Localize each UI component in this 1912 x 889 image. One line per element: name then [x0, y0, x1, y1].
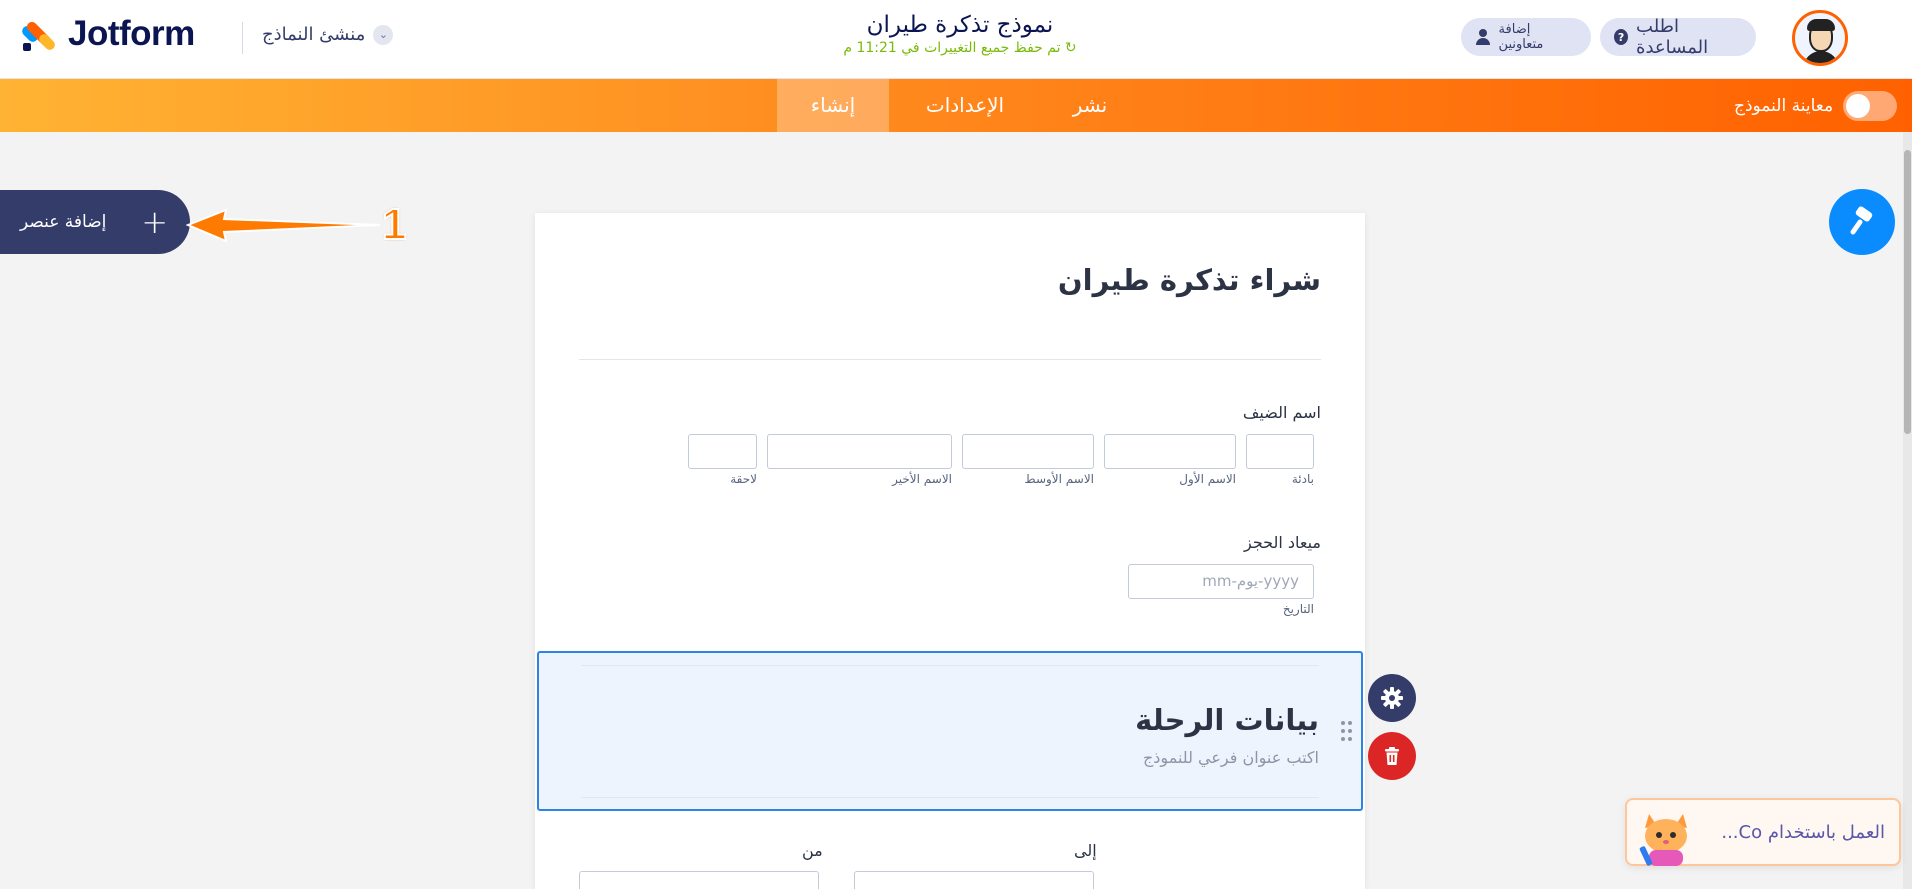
form-preview-toggle[interactable]: معاينة النموذج	[1734, 79, 1898, 132]
tab-settings[interactable]: الإعدادات	[905, 79, 1025, 132]
preview-switch[interactable]	[1843, 90, 1898, 121]
question-icon: ?	[1614, 29, 1629, 45]
name-middle-input[interactable]	[962, 434, 1094, 469]
section-title[interactable]: بيانات الرحلة	[1135, 703, 1319, 737]
middle-name-sublabel: الاسم الأوسط	[1024, 472, 1094, 486]
get-help-label: اطلب المساعدة	[1636, 16, 1709, 58]
tab-publish[interactable]: نشر	[1050, 79, 1130, 132]
trash-icon	[1385, 747, 1399, 765]
builder-menu-dropdown[interactable]: منشئ النماذج ⌄	[262, 24, 394, 45]
scrollbar-thumb[interactable]	[1904, 150, 1911, 434]
tab-build[interactable]: إنشاء	[777, 79, 889, 132]
drag-handle-icon[interactable]	[1341, 721, 1355, 743]
preview-label: معاينة النموذج	[1734, 95, 1834, 116]
guest-name-label[interactable]: اسم الضيف	[1243, 403, 1321, 422]
form-title-block: نموذج تذكرة طيران تم حفظ جميع التغييرات …	[760, 12, 1160, 56]
get-help-button[interactable]: ? اطلب المساعدة	[1600, 16, 1756, 58]
name-prefix-input[interactable]	[1246, 434, 1314, 469]
logo-text: Jotform	[68, 14, 195, 53]
ai-assistant-widget[interactable]: العمل باستخدام Co...	[1625, 798, 1901, 866]
builder-nav-bar: معاينة النموذج نشر الإعدادات إنشاء	[0, 79, 1912, 132]
form-heading[interactable]: شراء تذكرة طيران	[1058, 263, 1321, 297]
prefix-sublabel: بادئة	[1291, 472, 1314, 486]
top-header: Jotform منشئ النماذج ⌄ نموذج تذكرة طيران…	[0, 0, 1912, 79]
add-element-button[interactable]: إضافة عنصر +	[0, 190, 190, 254]
form-title[interactable]: نموذج تذكرة طيران	[760, 12, 1160, 38]
section-bottom-divider	[581, 797, 1319, 798]
save-status-text: تم حفظ جميع التغييرات في 11:21 م	[843, 40, 1061, 56]
date-placeholder: yyyy-يوم-mm	[1202, 572, 1299, 590]
form-designer-button[interactable]	[1829, 189, 1895, 255]
booking-date-label[interactable]: ميعاد الحجز	[1244, 533, 1321, 552]
name-first-input[interactable]	[1104, 434, 1236, 469]
jotform-logo[interactable]: Jotform	[20, 14, 195, 54]
heading-divider	[579, 359, 1321, 360]
header-divider	[242, 22, 243, 54]
plus-icon: +	[141, 203, 168, 241]
page-scrollbar[interactable]	[1903, 132, 1912, 889]
assistant-text: العمل باستخدام Co...	[1721, 822, 1885, 843]
gear-icon	[1381, 687, 1403, 709]
to-input[interactable]	[854, 871, 1094, 889]
add-collaborators-button[interactable]: إضافة متعاونين	[1461, 18, 1591, 56]
section-subtitle[interactable]: اكتب عنوان فرعي للنموذج	[1143, 748, 1319, 767]
booking-date-input[interactable]: yyyy-يوم-mm	[1128, 564, 1314, 599]
jotform-logo-icon	[20, 15, 58, 53]
annotation-number: 1	[381, 199, 408, 250]
last-name-sublabel: الاسم الأخير	[892, 472, 952, 486]
chevron-down-icon: ⌄	[373, 24, 394, 45]
cat-mascot-icon	[1639, 814, 1687, 866]
from-input[interactable]	[579, 871, 819, 889]
avatar[interactable]	[1792, 10, 1848, 66]
flight-details-section[interactable]: بيانات الرحلة اكتب عنوان فرعي للنموذج	[537, 651, 1363, 811]
first-name-sublabel: الاسم الأول	[1179, 472, 1236, 486]
section-top-divider	[581, 665, 1319, 666]
date-sublabel: التاريخ	[1282, 602, 1314, 616]
from-label[interactable]: من	[802, 841, 823, 860]
add-element-label: إضافة عنصر	[20, 212, 107, 232]
name-suffix-input[interactable]	[688, 434, 757, 469]
annotation-arrow-icon	[186, 208, 381, 243]
save-status: تم حفظ جميع التغييرات في 11:21 م ↻	[760, 40, 1160, 56]
to-label[interactable]: إلى	[1074, 841, 1097, 860]
suffix-sublabel: لاحقة	[730, 472, 757, 486]
paint-roller-icon	[1850, 206, 1873, 235]
user-icon	[1475, 29, 1491, 45]
builder-menu-label: منشئ النماذج	[262, 24, 366, 45]
refresh-icon: ↻	[1064, 40, 1077, 56]
name-last-input[interactable]	[767, 434, 952, 469]
field-settings-button[interactable]	[1368, 674, 1416, 722]
add-collaborators-label: إضافة متعاونين	[1498, 22, 1544, 52]
delete-field-button[interactable]	[1368, 732, 1416, 780]
